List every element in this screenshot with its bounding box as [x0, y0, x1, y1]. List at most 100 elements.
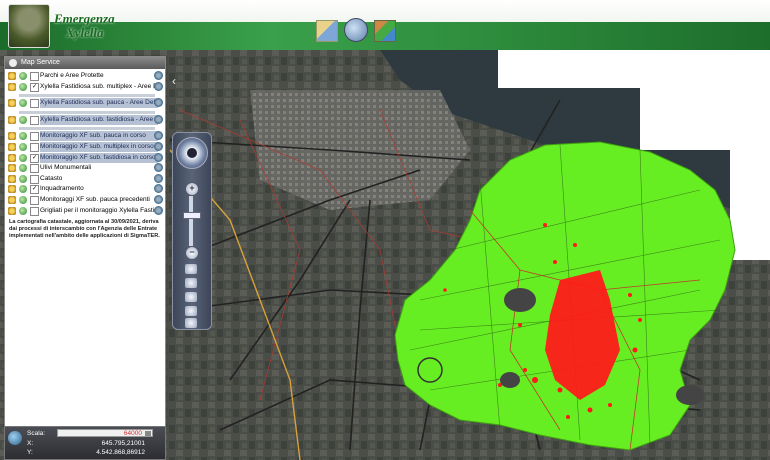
layer-checkbox[interactable] [30, 132, 39, 142]
layer-item[interactable]: Monitoraggio XF sub. multiplex in corso [5, 141, 165, 153]
visibility-icon[interactable] [8, 142, 16, 151]
globe-icon[interactable] [19, 185, 27, 194]
zoom-slider[interactable] [189, 196, 193, 246]
layer-item[interactable]: ✓ Inquadramento [5, 184, 165, 195]
layer-item[interactable]: Catasto [5, 173, 165, 185]
scale-select[interactable]: 64000 [57, 429, 153, 437]
visibility-icon[interactable] [8, 153, 16, 162]
panel-title: Map Service [21, 59, 60, 66]
globe-icon[interactable] [19, 174, 27, 183]
zoom-slider-handle[interactable] [183, 212, 201, 219]
layer-label: Ulivi Monumentali [40, 164, 92, 172]
layer-settings-icon[interactable] [154, 184, 163, 194]
layer-settings-icon[interactable] [154, 141, 163, 151]
layer-settings-icon[interactable] [154, 98, 163, 108]
layer-checkbox[interactable]: ✓ [30, 185, 39, 195]
visibility-icon[interactable] [8, 132, 16, 141]
layer-checkbox[interactable] [30, 115, 39, 125]
panel-header[interactable]: Map Service [5, 57, 165, 69]
visibility-icon[interactable] [8, 82, 16, 91]
layer-settings-icon[interactable] [154, 71, 163, 80]
map-tools-icon[interactable] [316, 20, 338, 42]
legend-icon[interactable] [185, 318, 197, 328]
globe-icon[interactable] [19, 206, 27, 215]
layer-settings-icon[interactable] [154, 163, 163, 173]
visibility-icon[interactable] [8, 99, 16, 108]
globe-icon[interactable] [187, 148, 197, 158]
layer-label: Monitoraggio XF sub. multiplex in corso [40, 141, 158, 152]
layer-settings-icon[interactable] [154, 81, 163, 91]
layer-checkbox[interactable] [30, 164, 39, 174]
layer-checkbox[interactable] [30, 72, 39, 81]
visibility-icon[interactable] [8, 115, 16, 124]
globe-icon[interactable] [19, 153, 27, 162]
layer-list: Parchi e Aree Protette ✓ Xylella Fastidio… [5, 69, 165, 216]
layer-settings-icon[interactable] [154, 205, 163, 215]
layer-label: Monitoraggio XF sub. fastidiosa in corso [40, 152, 158, 163]
scale-coordinates-box: Scala: 64000 X: 645.795,21001 Y: 4.542.8… [4, 426, 166, 460]
visibility-icon[interactable] [8, 206, 16, 215]
app-header: Emergenza Xylella [0, 0, 770, 50]
globe-icon[interactable] [19, 132, 27, 141]
layer-settings-icon[interactable] [154, 131, 163, 141]
layer-item[interactable]: ✓ Monitoraggio XF sub. fastidiosa in cors… [5, 152, 165, 164]
globe-icon[interactable] [19, 115, 27, 124]
panel-collapse-icon[interactable] [9, 59, 17, 67]
zoom-out-button[interactable]: − [185, 246, 199, 260]
layer-item[interactable]: Grigliati per il monitoraggio Xylella Fa… [5, 205, 165, 217]
gear-globe-icon[interactable] [344, 18, 368, 42]
globe-icon[interactable] [19, 72, 27, 80]
pointer-tool-icon[interactable] [185, 264, 197, 274]
layer-item[interactable]: Xylella Fastidiosa sub. pauca - Aree Del… [5, 98, 165, 109]
globe-icon[interactable] [19, 142, 27, 151]
map-service-panel: Map Service Parchi e Aree Protette ✓ Xyle… [4, 56, 166, 428]
visibility-icon[interactable] [8, 174, 16, 183]
map-layers-icon[interactable] [374, 20, 396, 42]
layer-label: Xylella Fastidiosa sub. pauca - Aree Del… [40, 98, 158, 109]
layer-item[interactable]: Ulivi Monumentali [5, 163, 165, 174]
layer-item[interactable]: ✓ Xylella Fastidiosa sub. multiplex - Are… [5, 81, 165, 93]
layer-checkbox[interactable] [30, 142, 39, 152]
visibility-icon[interactable] [8, 195, 16, 204]
layer-item[interactable]: Monitoraggio XF sub. pauca in corso [5, 131, 165, 142]
blank-tile-2 [640, 88, 770, 150]
globe-icon[interactable] [19, 164, 27, 173]
layer-label: Xylella Fastidiosa sub. fastidiosa - Are… [40, 114, 158, 125]
layer-checkbox[interactable] [30, 99, 39, 109]
layer-checkbox[interactable] [30, 206, 39, 216]
layer-checkbox[interactable] [30, 174, 39, 184]
chevron-down-icon[interactable] [145, 431, 151, 436]
layer-checkbox[interactable]: ✓ [30, 82, 39, 92]
zoom-in-button[interactable]: + [185, 182, 199, 196]
globe-icon[interactable] [19, 99, 27, 108]
logo-olive-tree-image [8, 4, 50, 48]
layer-label: Catasto [40, 174, 63, 182]
layer-settings-icon[interactable] [154, 152, 163, 162]
visibility-icon[interactable] [8, 185, 16, 194]
globe-icon[interactable] [19, 82, 27, 91]
layer-item[interactable]: Xylella Fastidiosa sub. fastidiosa - Are… [5, 114, 165, 126]
info-tool-icon[interactable] [185, 278, 197, 288]
layer-label: Parchi e Aree Protette [40, 72, 104, 79]
layer-checkbox[interactable] [30, 195, 39, 205]
layer-settings-icon[interactable] [154, 194, 163, 204]
measure-tool-icon[interactable] [185, 306, 197, 316]
visibility-icon[interactable] [8, 164, 16, 173]
visibility-icon[interactable] [8, 72, 16, 80]
pan-control[interactable] [176, 137, 208, 169]
scale-label: Scala: [27, 430, 46, 437]
globe-icon [8, 431, 22, 445]
y-label: Y: [27, 449, 33, 456]
layer-item[interactable]: Parchi e Aree Protette [5, 71, 165, 82]
layer-checkbox[interactable]: ✓ [30, 153, 39, 163]
globe-icon[interactable] [19, 195, 27, 204]
blank-tile [498, 50, 770, 88]
scale-value: 64000 [123, 430, 142, 437]
layer-item[interactable]: Monitoraggi XF sub. pauca precedenti [5, 194, 165, 206]
print-icon[interactable] [185, 292, 197, 302]
app-title-line1: Emergenza [54, 11, 115, 26]
header-stripe [0, 0, 770, 22]
layer-settings-icon[interactable] [154, 173, 163, 183]
layer-settings-icon[interactable] [154, 114, 163, 124]
collapse-panel-icon[interactable]: ‹ [168, 72, 180, 90]
